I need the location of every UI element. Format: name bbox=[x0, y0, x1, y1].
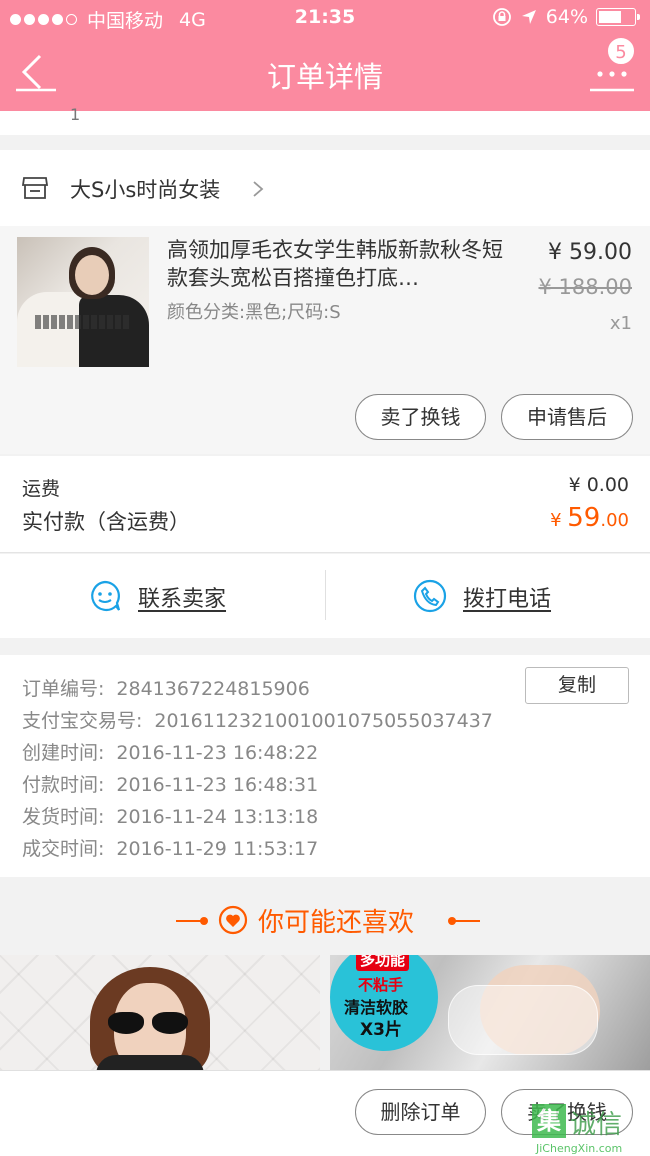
contact-seller-link[interactable]: 联系卖家 bbox=[138, 581, 226, 613]
heart-icon bbox=[218, 905, 248, 935]
watermark-logo-icon: 集 bbox=[532, 1104, 566, 1138]
order-info-key: 发货时间: bbox=[22, 806, 105, 828]
chevron-right-icon bbox=[253, 181, 264, 197]
promo-tag-2: 不粘手 bbox=[358, 976, 404, 994]
paid-amount: ¥ 59.00 bbox=[550, 503, 629, 533]
original-price: ¥ 188.00 bbox=[538, 275, 632, 299]
delete-order-button[interactable]: 删除订单 bbox=[355, 1089, 486, 1135]
order-info-key: 付款时间: bbox=[22, 774, 105, 796]
after-sale-button[interactable]: 申请售后 bbox=[501, 394, 633, 440]
order-info-value: 2016-11-23 16:48:22 bbox=[116, 742, 319, 764]
promo-tag-4: X3片 bbox=[360, 1020, 402, 1040]
order-info-key: 支付宝交易号: bbox=[22, 710, 143, 732]
phone-icon[interactable] bbox=[413, 579, 447, 613]
order-info-row: 创建时间: 2016-11-23 16:48:22 bbox=[22, 738, 318, 765]
promo-circle: 多功能 不粘手 清洁软胶 X3片 bbox=[330, 955, 438, 1051]
previous-section-strip: 1 bbox=[0, 105, 650, 135]
store-icon bbox=[22, 177, 48, 199]
battery-icon bbox=[596, 8, 640, 26]
store-name[interactable]: 大S小s时尚女装 bbox=[70, 174, 220, 204]
order-info-row: 订单编号: 2841367224815906 bbox=[22, 674, 310, 701]
order-info-key: 订单编号: bbox=[22, 678, 105, 700]
paid-currency: ¥ bbox=[550, 510, 568, 531]
order-info-row: 发货时间: 2016-11-24 13:13:18 bbox=[22, 802, 318, 829]
order-info-value: 2016112321001001075055037437 bbox=[154, 710, 493, 732]
rotation-lock-icon bbox=[492, 8, 511, 26]
recommend-item-2[interactable]: 多功能 不粘手 清洁软胶 X3片 bbox=[330, 955, 650, 1070]
order-info-value: 2016-11-29 11:53:17 bbox=[116, 838, 319, 860]
order-info-row: 成交时间: 2016-11-29 11:53:17 bbox=[22, 834, 318, 861]
previous-section-text: 1 bbox=[70, 105, 81, 124]
recommend-line-right bbox=[452, 920, 480, 922]
product-quantity: x1 bbox=[609, 313, 632, 334]
promo-tag-1: 多功能 bbox=[356, 955, 410, 971]
battery-percent: 64% bbox=[545, 6, 588, 28]
order-info-row: 付款时间: 2016-11-23 16:48:31 bbox=[22, 770, 318, 797]
sell-for-cash-button[interactable]: 卖了换钱 bbox=[355, 394, 486, 440]
product-price: ¥ 59.00 bbox=[548, 240, 632, 265]
location-arrow-icon bbox=[521, 10, 536, 24]
recommend-item-1[interactable] bbox=[0, 955, 320, 1070]
chat-bubble-icon[interactable] bbox=[88, 579, 122, 613]
watermark-cn: 诚信 bbox=[570, 1110, 623, 1140]
order-info-value: 2016-11-24 13:13:18 bbox=[116, 806, 319, 828]
call-phone-link[interactable]: 拨打电话 bbox=[463, 581, 551, 613]
shipping-value: ¥ 0.00 bbox=[568, 474, 629, 496]
paid-decimal: .00 bbox=[600, 510, 629, 531]
status-bar: 中国移动 4G 21:35 64% bbox=[0, 0, 650, 36]
order-info-value: 2841367224815906 bbox=[116, 678, 310, 700]
recommend-dot-left bbox=[200, 917, 208, 925]
paid-label: 实付款（含运费） bbox=[22, 510, 190, 534]
copy-order-number-button[interactable]: 复制 bbox=[525, 667, 629, 704]
page-title: 订单详情 bbox=[266, 60, 383, 94]
order-info-row: 支付宝交易号: 2016112321001001075055037437 bbox=[22, 706, 493, 733]
watermark-en: JiChengXin.com bbox=[536, 1142, 623, 1155]
notification-badge: 5 bbox=[606, 36, 636, 66]
paid-integer: 59 bbox=[567, 503, 601, 533]
shipping-label: 运费 bbox=[22, 478, 61, 500]
order-info-key: 创建时间: bbox=[22, 742, 105, 764]
recommend-title: 你可能还喜欢 bbox=[258, 908, 415, 938]
product-spec: 颜色分类:黑色;尺码:S bbox=[167, 302, 341, 323]
product-thumbnail[interactable] bbox=[17, 237, 149, 367]
order-info-key: 成交时间: bbox=[22, 838, 105, 860]
order-info-value: 2016-11-23 16:48:31 bbox=[116, 774, 319, 796]
product-title[interactable]: 高领加厚毛衣女学生韩版新款秋冬短款套头宽松百搭撞色打底… bbox=[167, 236, 507, 292]
contact-divider bbox=[325, 570, 326, 620]
site-watermark: 集 诚信 JiChengXin.com bbox=[532, 1104, 650, 1156]
status-right: 64% bbox=[492, 6, 640, 28]
header-bar: 中国移动 4G 21:35 64% 订单详情 5 bbox=[0, 0, 650, 111]
